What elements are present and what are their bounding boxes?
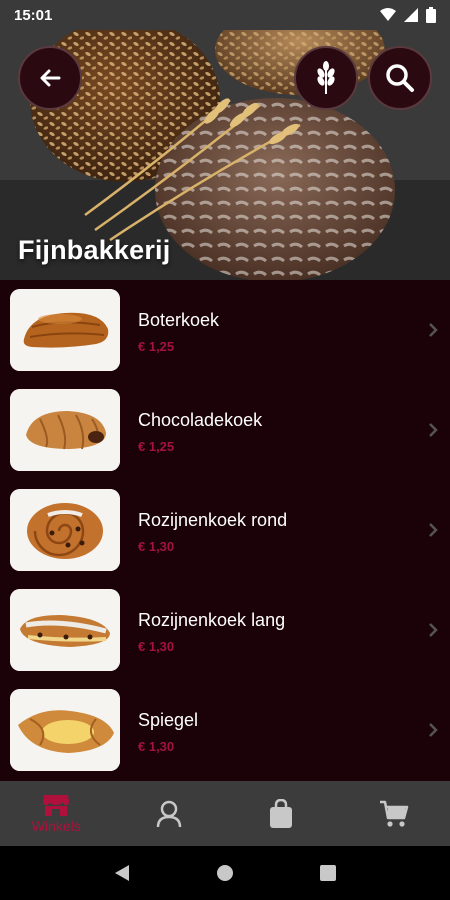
nav-item-account[interactable]	[113, 781, 226, 846]
product-price: € 1,30	[138, 639, 175, 654]
search-icon	[386, 64, 414, 92]
product-price: € 1,25	[138, 439, 175, 454]
square-recents-icon	[320, 865, 337, 881]
wifi-icon	[380, 8, 396, 22]
battery-icon	[426, 7, 436, 23]
status-bar: 15:01	[0, 0, 450, 30]
bag-icon	[270, 798, 293, 828]
nav-item-cart[interactable]	[338, 781, 450, 846]
system-recents-button[interactable]	[308, 853, 348, 893]
nav-item-bag[interactable]	[225, 781, 338, 846]
signal-icon	[404, 8, 418, 22]
circle-home-icon	[216, 865, 233, 881]
product-item[interactable]: Spiegel € 1,30	[0, 680, 450, 780]
search-button[interactable]	[368, 46, 432, 110]
product-name: Chocoladekoek	[138, 410, 263, 430]
triangle-back-icon	[114, 865, 129, 881]
product-item[interactable]: Boterkoek € 1,25	[0, 280, 450, 380]
system-navigation-bar	[0, 846, 450, 900]
back-button[interactable]	[18, 46, 82, 110]
product-price: € 1,30	[138, 739, 175, 754]
user-icon	[156, 800, 181, 827]
product-image	[10, 689, 120, 771]
product-item[interactable]: Rozijnenkoek rond € 1,30	[0, 480, 450, 580]
product-name: Spiegel	[138, 710, 199, 730]
product-image	[10, 489, 120, 571]
product-image	[10, 589, 120, 671]
product-name: Rozijnenkoek rond	[138, 510, 288, 530]
product-name: Rozijnenkoek lang	[138, 610, 286, 630]
product-image	[10, 389, 120, 471]
chevron-right-icon	[429, 723, 438, 737]
filter-grain-button[interactable]	[294, 46, 358, 110]
back-arrow-icon	[40, 69, 61, 87]
chevron-right-icon	[429, 323, 438, 337]
product-price: € 1,30	[138, 539, 175, 554]
product-item[interactable]: Rozijnenkoek lang € 1,30	[0, 580, 450, 680]
nav-label: Winkels	[31, 818, 81, 834]
chevron-right-icon	[429, 423, 438, 437]
system-back-button[interactable]	[102, 853, 142, 893]
product-item[interactable]: Chocoladekoek € 1,25	[0, 380, 450, 480]
product-image	[10, 289, 120, 371]
product-price: € 1,25	[138, 339, 175, 354]
page-title: Fijnbakkerij	[18, 235, 171, 265]
wheat-icon	[317, 61, 335, 94]
product-list: Boterkoek € 1,25 Chocoladekoek € 1,25 Ro…	[0, 280, 450, 781]
hero-banner: Fijnbakkerij	[0, 30, 450, 280]
status-time: 15:01	[14, 6, 53, 24]
chevron-right-icon	[429, 523, 438, 537]
store-icon	[43, 795, 70, 816]
chevron-right-icon	[429, 623, 438, 637]
system-home-button[interactable]	[205, 853, 245, 893]
product-name: Boterkoek	[138, 310, 220, 330]
cart-icon	[379, 800, 408, 827]
bottom-navigation: Winkels	[0, 781, 450, 846]
nav-item-winkels[interactable]: Winkels	[0, 781, 113, 846]
